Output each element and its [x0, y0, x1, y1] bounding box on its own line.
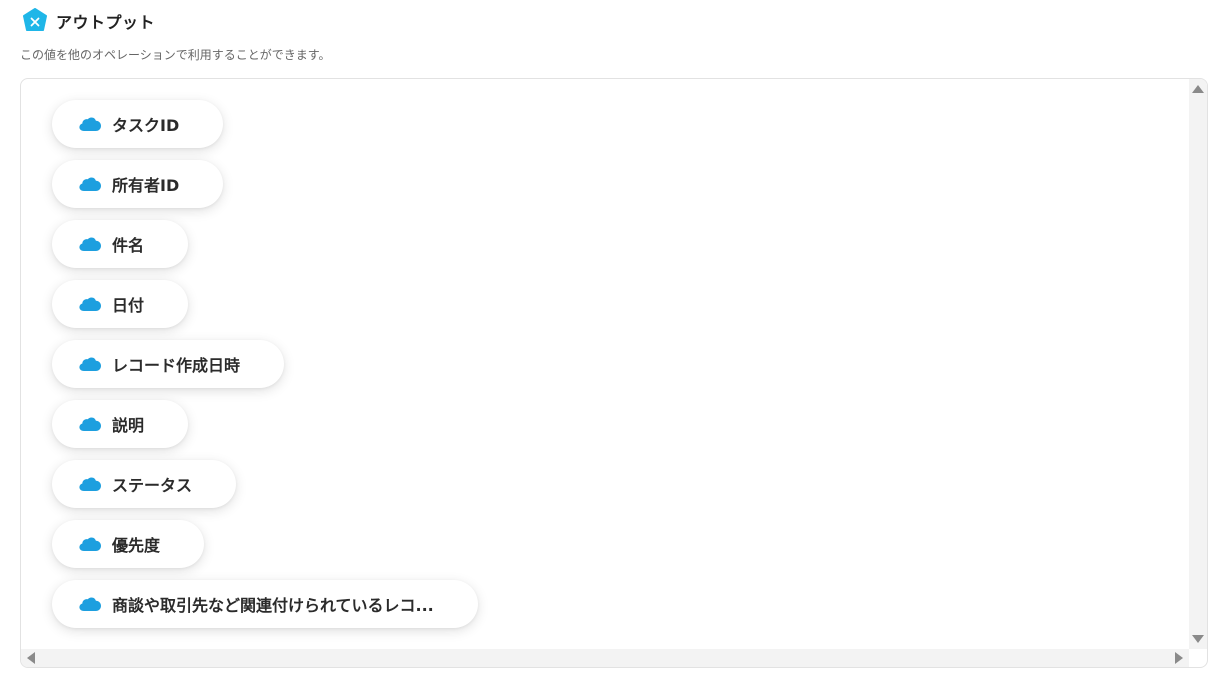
vertical-scrollbar[interactable] — [1189, 79, 1207, 649]
output-item-label: 優先度 — [112, 536, 161, 555]
output-item-label: 説明 — [112, 416, 145, 435]
output-item-subject[interactable]: 件名 — [52, 220, 189, 268]
output-item-label: レコード作成日時 — [112, 356, 241, 375]
scroll-right-icon[interactable] — [1175, 652, 1183, 664]
scroll-up-icon[interactable] — [1192, 85, 1204, 93]
scroll-down-icon[interactable] — [1192, 635, 1204, 643]
output-item-label: 日付 — [112, 296, 145, 315]
salesforce-cloud-icon — [79, 117, 101, 131]
salesforce-cloud-icon — [79, 357, 101, 371]
output-header: アウトプット — [22, 8, 155, 34]
salesforce-cloud-icon — [79, 297, 101, 311]
page-title: アウトプット — [56, 13, 156, 32]
output-list: タスクID 所有者ID 件名 日付 レコード作成日時 説明 ステータス 優先度 — [52, 100, 478, 640]
salesforce-cloud-icon — [79, 417, 101, 431]
output-item-label: 商談や取引先など関連付けられているレコ... — [112, 596, 434, 615]
output-item-status[interactable]: ステータス — [52, 460, 237, 508]
output-item-label: 所有者ID — [112, 176, 180, 195]
output-description: この値を他のオペレーションで利用することができます。 — [20, 48, 331, 62]
output-item-label: ステータス — [112, 476, 193, 495]
output-item-task-id[interactable]: タスクID — [52, 100, 224, 148]
salesforce-cloud-icon — [79, 177, 101, 191]
output-item-date[interactable]: 日付 — [52, 280, 189, 328]
scroll-left-icon[interactable] — [27, 652, 35, 664]
salesforce-cloud-icon — [79, 477, 101, 491]
variable-icon — [23, 8, 47, 31]
salesforce-cloud-icon — [79, 237, 101, 251]
output-item-description[interactable]: 説明 — [52, 400, 189, 448]
output-item-label: 件名 — [112, 236, 145, 255]
output-item-created-date[interactable]: レコード作成日時 — [52, 340, 285, 388]
salesforce-cloud-icon — [79, 597, 101, 611]
output-item-priority[interactable]: 優先度 — [52, 520, 205, 568]
salesforce-cloud-icon — [79, 537, 101, 551]
output-list-panel: タスクID 所有者ID 件名 日付 レコード作成日時 説明 ステータス 優先度 — [20, 78, 1208, 668]
output-item-owner-id[interactable]: 所有者ID — [52, 160, 224, 208]
horizontal-scrollbar[interactable] — [21, 649, 1189, 667]
output-item-label: タスクID — [112, 116, 180, 135]
output-item-related-record[interactable]: 商談や取引先など関連付けられているレコ... — [52, 580, 478, 628]
